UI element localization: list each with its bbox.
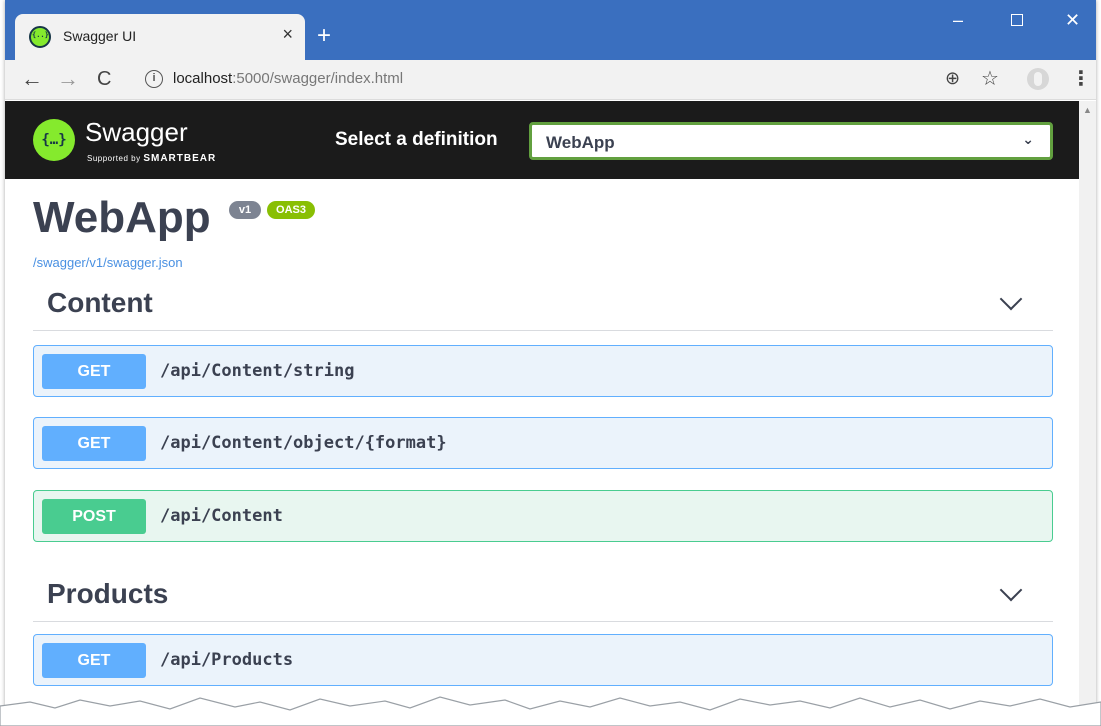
api-title: WebApp (33, 193, 211, 242)
operation-path: /api/Content/string (160, 361, 355, 381)
swagger-brand-subtitle: Supported by SMARTBEAR (87, 153, 216, 164)
browser-tab[interactable]: Swagger UI × (15, 14, 305, 60)
new-tab-button[interactable]: + (317, 24, 331, 48)
operation-post-content[interactable]: POST /api/Content (33, 490, 1053, 542)
section-title: Content (47, 287, 153, 318)
back-button[interactable]: ← (21, 66, 43, 92)
browser-window: Swagger UI × + – ✕ ← → C i localhost:500… (5, 0, 1096, 726)
zoom-icon[interactable]: ⊕ (945, 68, 960, 89)
method-badge: GET (42, 643, 146, 678)
definition-select[interactable]: WebApp ⌄ (529, 122, 1053, 160)
method-badge: GET (42, 426, 146, 461)
close-window-button[interactable]: ✕ (1065, 10, 1080, 31)
vertical-scrollbar[interactable]: ▲ (1079, 101, 1096, 726)
tab-close-icon[interactable]: × (282, 24, 293, 45)
version-badge: v1 (229, 201, 261, 219)
chevron-down-icon (999, 578, 1023, 602)
operation-get-products[interactable]: GET /api/Products (33, 634, 1053, 686)
method-badge: POST (42, 499, 146, 534)
url-host: localhost (173, 70, 233, 87)
swagger-topbar: {…} Swagger Supported by SMARTBEAR Selec… (5, 101, 1079, 179)
spec-url-link[interactable]: /swagger/v1/swagger.json (33, 255, 183, 270)
maximize-icon (1011, 14, 1023, 26)
torn-edge-decoration (0, 696, 1101, 726)
definition-label: Select a definition (335, 129, 498, 150)
operation-get-content-object[interactable]: GET /api/Content/object/{format} (33, 417, 1053, 469)
browser-toolbar: ← → C i localhost:5000/swagger/index.htm… (5, 60, 1096, 100)
section-header-products[interactable]: Products (33, 572, 1053, 622)
scroll-up-icon[interactable]: ▲ (1083, 105, 1092, 115)
brand-sub-prefix: Supported by (87, 154, 141, 163)
section-title: Products (47, 578, 169, 609)
site-info-icon[interactable]: i (145, 70, 163, 88)
chevron-down-icon: ⌄ (1022, 131, 1034, 147)
operation-path: /api/Products (160, 650, 294, 670)
chevron-down-icon (999, 287, 1023, 311)
minimize-button[interactable]: – (953, 10, 963, 31)
swagger-favicon-icon (29, 26, 51, 48)
url-path: :5000/swagger/index.html (232, 70, 404, 87)
bookmark-star-icon[interactable]: ☆ (981, 66, 999, 91)
oas-badge: OAS3 (267, 201, 315, 219)
operation-path: /api/Content (160, 506, 283, 526)
definition-select-value: WebApp (546, 133, 615, 152)
method-badge: GET (42, 354, 146, 389)
maximize-button[interactable] (1011, 10, 1023, 31)
operation-get-content-string[interactable]: GET /api/Content/string (33, 345, 1053, 397)
forward-button[interactable]: → (57, 66, 79, 92)
address-bar[interactable]: localhost:5000/swagger/index.html (173, 70, 403, 87)
tab-title: Swagger UI (63, 28, 137, 44)
profile-avatar-icon[interactable] (1027, 68, 1049, 90)
swagger-logo-icon[interactable]: {…} (33, 119, 75, 161)
reload-button[interactable]: C (97, 66, 111, 92)
page-viewport: {…} Swagger Supported by SMARTBEAR Selec… (5, 101, 1096, 726)
brand-sub-company: SMARTBEAR (143, 153, 217, 164)
section-header-content[interactable]: Content (33, 281, 1053, 331)
tab-strip: Swagger UI × + – ✕ (5, 0, 1096, 60)
swagger-brand[interactable]: Swagger (85, 117, 188, 148)
browser-menu-icon[interactable]: ⋮ (1071, 66, 1091, 91)
operation-path: /api/Content/object/{format} (160, 433, 447, 453)
